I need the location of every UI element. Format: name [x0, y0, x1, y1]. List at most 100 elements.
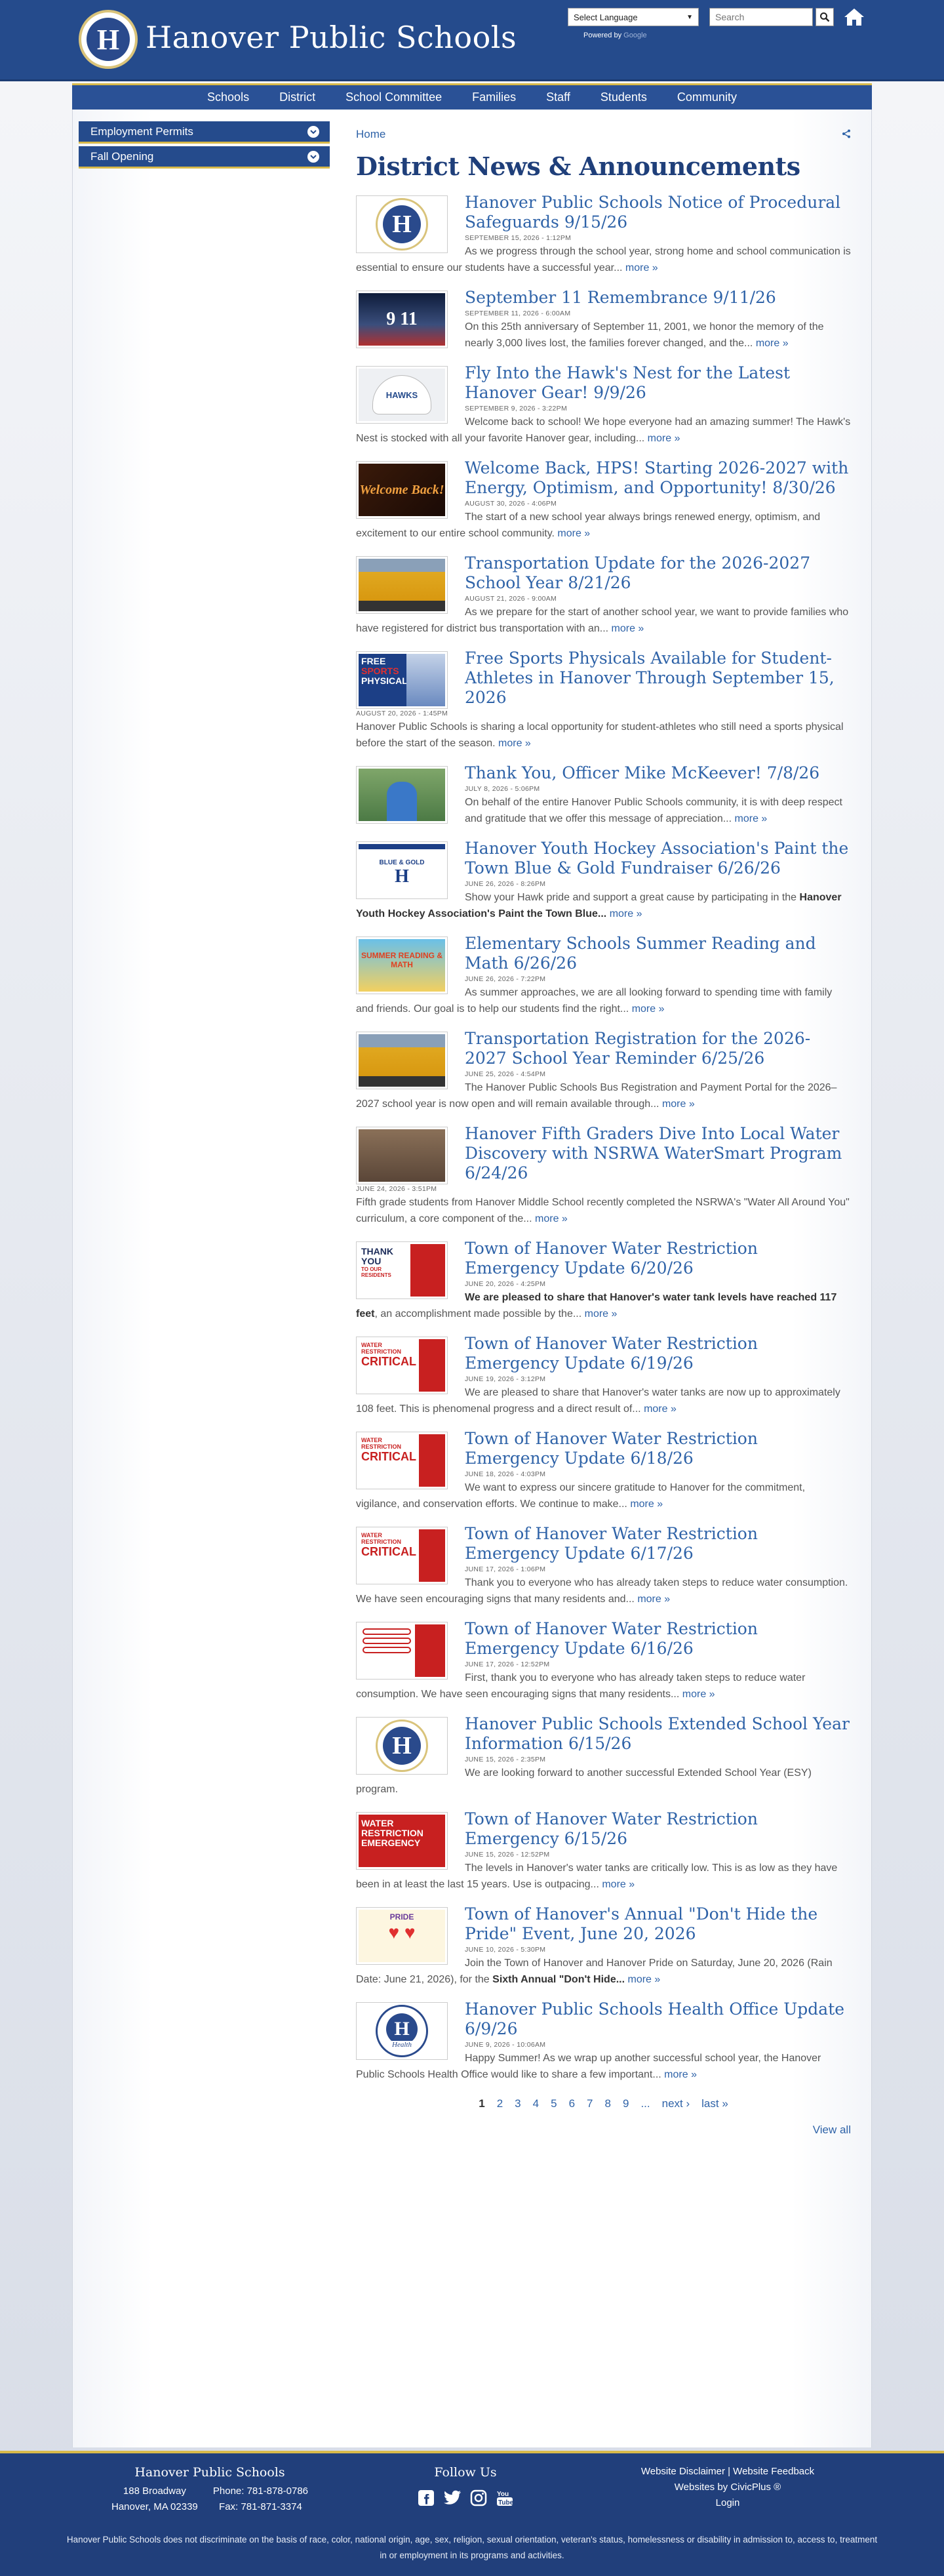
chevron-down-icon: ▼ — [686, 13, 693, 21]
pager-page-9[interactable]: 9 — [623, 2097, 629, 2110]
breadcrumb-home[interactable]: Home — [356, 128, 385, 140]
news-thumbnail[interactable]: FREE SPORTS PHYSICALS — [356, 651, 448, 709]
share-button[interactable] — [842, 129, 851, 142]
news-thumbnail[interactable]: WATER RESTRICTION CRITICAL — [356, 1337, 448, 1394]
site-footer: Hanover Public Schools 188 Broadway Hano… — [0, 2451, 944, 2576]
footer-legal-links[interactable]: Website Disclaimer | Website Feedback — [603, 2464, 852, 2480]
more-link[interactable]: more » — [585, 1308, 618, 1319]
more-link[interactable]: more » — [637, 1594, 670, 1605]
thank-you-thumb: THANK YOU TO OUR RESIDENTS — [359, 1244, 445, 1297]
news-thumbnail[interactable]: HAWKS — [356, 366, 448, 424]
news-thumbnail[interactable]: Welcome Back! — [356, 461, 448, 519]
pager-page-3[interactable]: 3 — [515, 2097, 521, 2110]
school-bus-thumb — [359, 1034, 445, 1087]
nav-item-students[interactable]: Students — [585, 91, 662, 104]
more-link[interactable]: more » — [630, 1499, 663, 1510]
water-critical-thumb: WATER RESTRICTION CRITICAL — [359, 1434, 445, 1487]
site-title[interactable]: Hanover Public Schools — [146, 20, 517, 55]
pager-next[interactable]: next › — [662, 2097, 690, 2110]
remembrance-thumb: 9 11 — [359, 293, 445, 346]
news-summary: Fifth grade students from Hanover Middle… — [356, 1197, 850, 1224]
more-link[interactable]: more » — [602, 1879, 635, 1890]
news-thumbnail[interactable] — [356, 1032, 448, 1089]
more-link[interactable]: more » — [664, 2069, 697, 2080]
news-thumbnail[interactable]: THANK YOU TO OUR RESIDENTS — [356, 1241, 448, 1299]
news-thumbnail[interactable]: WATER RESTRICTION CRITICAL — [356, 1432, 448, 1489]
search-button[interactable] — [816, 8, 834, 26]
chevron-down-icon — [307, 125, 319, 138]
nav-item-school-committee[interactable]: School Committee — [330, 91, 457, 104]
nav-item-schools[interactable]: Schools — [192, 91, 264, 104]
youtube-icon[interactable]: You Tube — [496, 2489, 514, 2507]
news-thumbnail[interactable]: WATER RESTRICTION EMERGENCY — [356, 1812, 448, 1870]
home-button[interactable] — [842, 5, 866, 29]
follow-us-label: Follow Us — [434, 2465, 497, 2480]
more-link[interactable]: more » — [648, 433, 680, 444]
more-link[interactable]: more » — [628, 1974, 661, 1985]
news-thumbnail[interactable]: H — [356, 1717, 448, 1775]
news-thumbnail[interactable]: PRIDE ♥ ♥ — [356, 1907, 448, 1965]
more-link[interactable]: more » — [610, 908, 642, 919]
nav-item-district[interactable]: District — [264, 91, 330, 104]
pagination: 1 2 3 4 5 6 7 8 9... next › last » — [356, 2097, 851, 2110]
language-select[interactable]: Select Language ▼ — [568, 8, 699, 26]
news-item: 9 11 September 11 Remembrance 9/11/26 SEPT… — [356, 288, 851, 352]
news-item: H Health Hanover Public Schools Health Off… — [356, 2000, 851, 2083]
more-link[interactable]: more » — [735, 813, 768, 824]
more-link[interactable]: more » — [535, 1213, 568, 1224]
more-link[interactable]: more » — [498, 738, 531, 749]
news-thumbnail[interactable]: 9 11 — [356, 291, 448, 348]
news-item: BLUE & GOLD H Hanover Youth Hockey Associa… — [356, 839, 851, 922]
news-thumbnail[interactable]: BLUE & GOLD H — [356, 841, 448, 899]
civicplus-link[interactable]: Websites by CivicPlus ® — [603, 2480, 852, 2495]
more-link[interactable]: more » — [612, 623, 644, 634]
twitter-icon[interactable] — [443, 2489, 462, 2507]
login-link[interactable]: Login — [603, 2495, 852, 2511]
news-thumbnail[interactable]: WATER RESTRICTION CRITICAL — [356, 1527, 448, 1584]
news-item: THANK YOU TO OUR RESIDENTS Town of Hanover… — [356, 1239, 851, 1322]
main-content: Home District News & Announcements H Hano… — [356, 128, 851, 2137]
nav-item-community[interactable]: Community — [662, 91, 752, 104]
more-link[interactable]: more » — [644, 1403, 677, 1415]
news-item: FREE SPORTS PHYSICALS Free Sports Physicals… — [356, 649, 851, 752]
more-link[interactable]: more » — [632, 1003, 665, 1015]
search-input[interactable] — [709, 8, 813, 26]
facebook-icon[interactable] — [417, 2489, 435, 2507]
news-thumbnail[interactable]: SUMMER READING & MATH — [356, 936, 448, 994]
news-thumbnail[interactable]: H — [356, 195, 448, 253]
pager-page-8[interactable]: 8 — [605, 2097, 611, 2110]
pager-page-5[interactable]: 5 — [551, 2097, 557, 2110]
more-link[interactable]: more » — [662, 1098, 695, 1110]
nav-item-families[interactable]: Families — [457, 91, 531, 104]
news-thumbnail[interactable]: H Health — [356, 2002, 448, 2060]
more-link[interactable]: more » — [756, 338, 789, 349]
district-logo[interactable]: H — [79, 10, 138, 69]
news-thumbnail[interactable] — [356, 1622, 448, 1680]
language-select-label: Select Language — [574, 12, 638, 22]
view-all-link[interactable]: View all — [356, 2123, 851, 2137]
more-link[interactable]: more » — [682, 1689, 715, 1700]
svg-text:You: You — [497, 2491, 509, 2498]
more-link[interactable]: more » — [625, 262, 658, 273]
nav-item-staff[interactable]: Staff — [531, 91, 585, 104]
news-thumbnail[interactable] — [356, 556, 448, 614]
sidebar-item-employment-permits[interactable]: Employment Permits — [79, 121, 330, 144]
footer-school-name: Hanover Public Schools — [134, 2465, 285, 2480]
chevron-down-icon — [307, 150, 319, 163]
pager-page-4[interactable]: 4 — [533, 2097, 539, 2110]
news-list: H Hanover Public Schools Notice of Proced… — [356, 193, 851, 2083]
more-link[interactable]: more » — [557, 528, 590, 539]
news-thumbnail[interactable] — [356, 1127, 448, 1184]
pager-page-6[interactable]: 6 — [569, 2097, 575, 2110]
news-item: H Hanover Public Schools Extended School … — [356, 1714, 851, 1798]
pager-last[interactable]: last » — [701, 2097, 728, 2110]
pager-page-7[interactable]: 7 — [587, 2097, 593, 2110]
news-item: WATER RESTRICTION EMERGENCY Town of Hanov… — [356, 1809, 851, 1893]
news-item: H Hanover Public Schools Notice of Proced… — [356, 193, 851, 276]
sidebar-item-fall-opening[interactable]: Fall Opening — [79, 146, 330, 169]
instagram-icon[interactable] — [469, 2489, 488, 2507]
news-thumbnail[interactable] — [356, 766, 448, 824]
pager-page-1: 1 — [479, 2097, 485, 2110]
pager-page-2[interactable]: 2 — [497, 2097, 503, 2110]
sidebar: Employment Permits Fall Opening — [79, 121, 330, 171]
